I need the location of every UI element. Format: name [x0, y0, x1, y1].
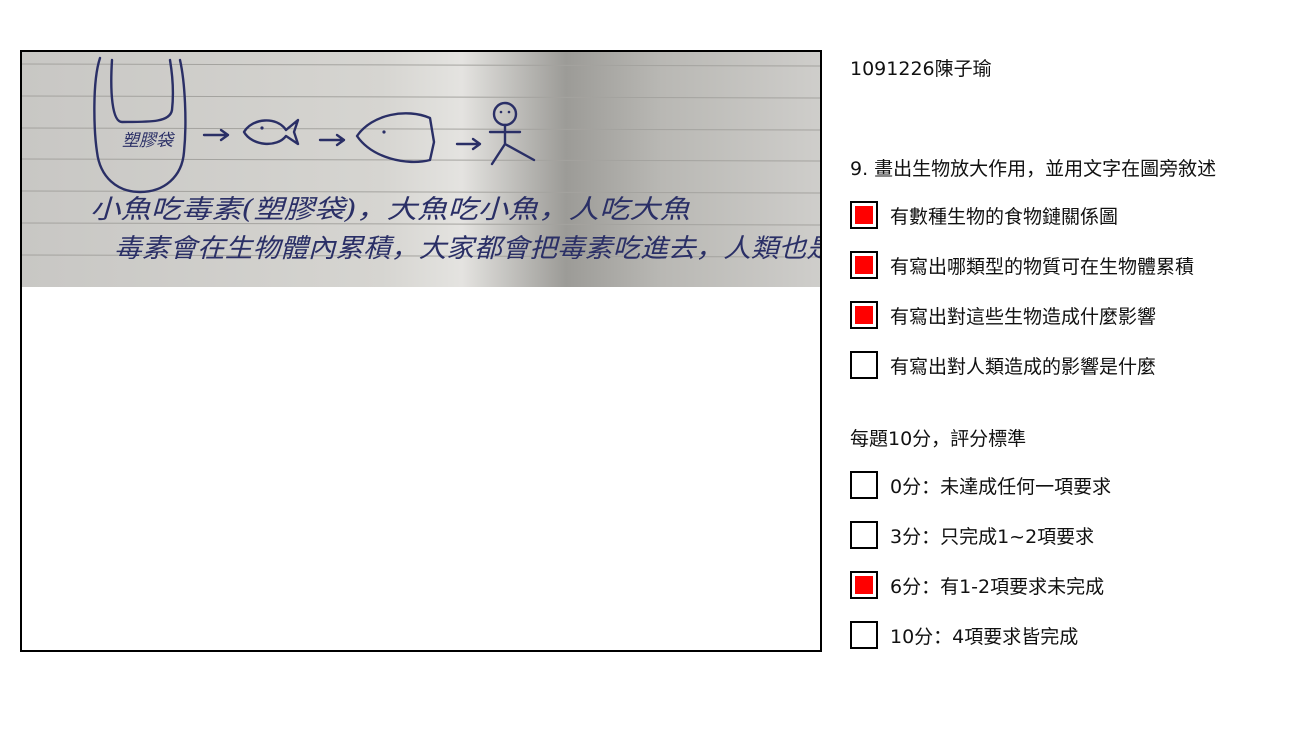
grading-panel: 1091226陳子瑜 9. 畫出生物放大作用，並用文字在圖旁敘述 有數種生物的食… [850, 0, 1290, 750]
scoring-title: 每題10分，評分標準 [850, 428, 1027, 450]
criterion-1: 有數種生物的食物鏈關係圖 [850, 199, 1118, 231]
bag-label: 塑膠袋 [122, 131, 175, 151]
score-option-3-label: 3分：只完成1~2項要求 [890, 525, 1095, 548]
score-option-10: 10分：4項要求皆完成 [850, 619, 1078, 651]
criterion-4-label: 有寫出對人類造成的影響是什麼 [890, 355, 1157, 378]
student-id-name: 1091226陳子瑜 [850, 58, 992, 80]
criterion-3: 有寫出對這些生物造成什麼影響 [850, 299, 1156, 331]
score-option-6-checkbox[interactable] [850, 571, 878, 599]
criterion-1-checkbox[interactable] [850, 201, 878, 229]
handwritten-line-1: 小魚吃毒素(塑膠袋)，大魚吃小魚，人吃大魚 [90, 195, 690, 225]
criterion-2-label: 有寫出哪類型的物質可在生物體累積 [890, 255, 1195, 278]
answer-area: 塑膠袋 小魚吃毒素(塑膠袋)，大魚吃小魚，人吃大魚 毒素會在生物體內累積，大家都… [20, 50, 822, 652]
criterion-3-checkbox[interactable] [850, 301, 878, 329]
handwritten-answer-photo: 塑膠袋 小魚吃毒素(塑膠袋)，大魚吃小魚，人吃大魚 毒素會在生物體內累積，大家都… [22, 52, 822, 287]
criterion-2-checkbox[interactable] [850, 251, 878, 279]
score-option-0: 0分：未達成任何一項要求 [850, 469, 1111, 501]
criterion-2: 有寫出哪類型的物質可在生物體累積 [850, 249, 1194, 281]
score-option-0-label: 0分：未達成任何一項要求 [890, 475, 1112, 498]
criterion-3-label: 有寫出對這些生物造成什麼影響 [890, 305, 1157, 328]
criterion-1-label: 有數種生物的食物鏈關係圖 [890, 205, 1119, 228]
score-option-0-checkbox[interactable] [850, 471, 878, 499]
score-option-6: 6分：有1-2項要求未完成 [850, 569, 1104, 601]
score-option-10-label: 10分：4項要求皆完成 [890, 625, 1079, 648]
handwritten-line-2: 毒素會在生物體內累積，大家都會把毒素吃進去，人類也是 [114, 234, 822, 264]
score-option-3: 3分：只完成1~2項要求 [850, 519, 1094, 551]
criterion-4: 有寫出對人類造成的影響是什麼 [850, 349, 1156, 381]
question-title: 9. 畫出生物放大作用，並用文字在圖旁敘述 [850, 158, 1217, 180]
score-option-6-label: 6分：有1-2項要求未完成 [890, 575, 1105, 598]
criterion-4-checkbox[interactable] [850, 351, 878, 379]
score-option-10-checkbox[interactable] [850, 621, 878, 649]
score-option-3-checkbox[interactable] [850, 521, 878, 549]
